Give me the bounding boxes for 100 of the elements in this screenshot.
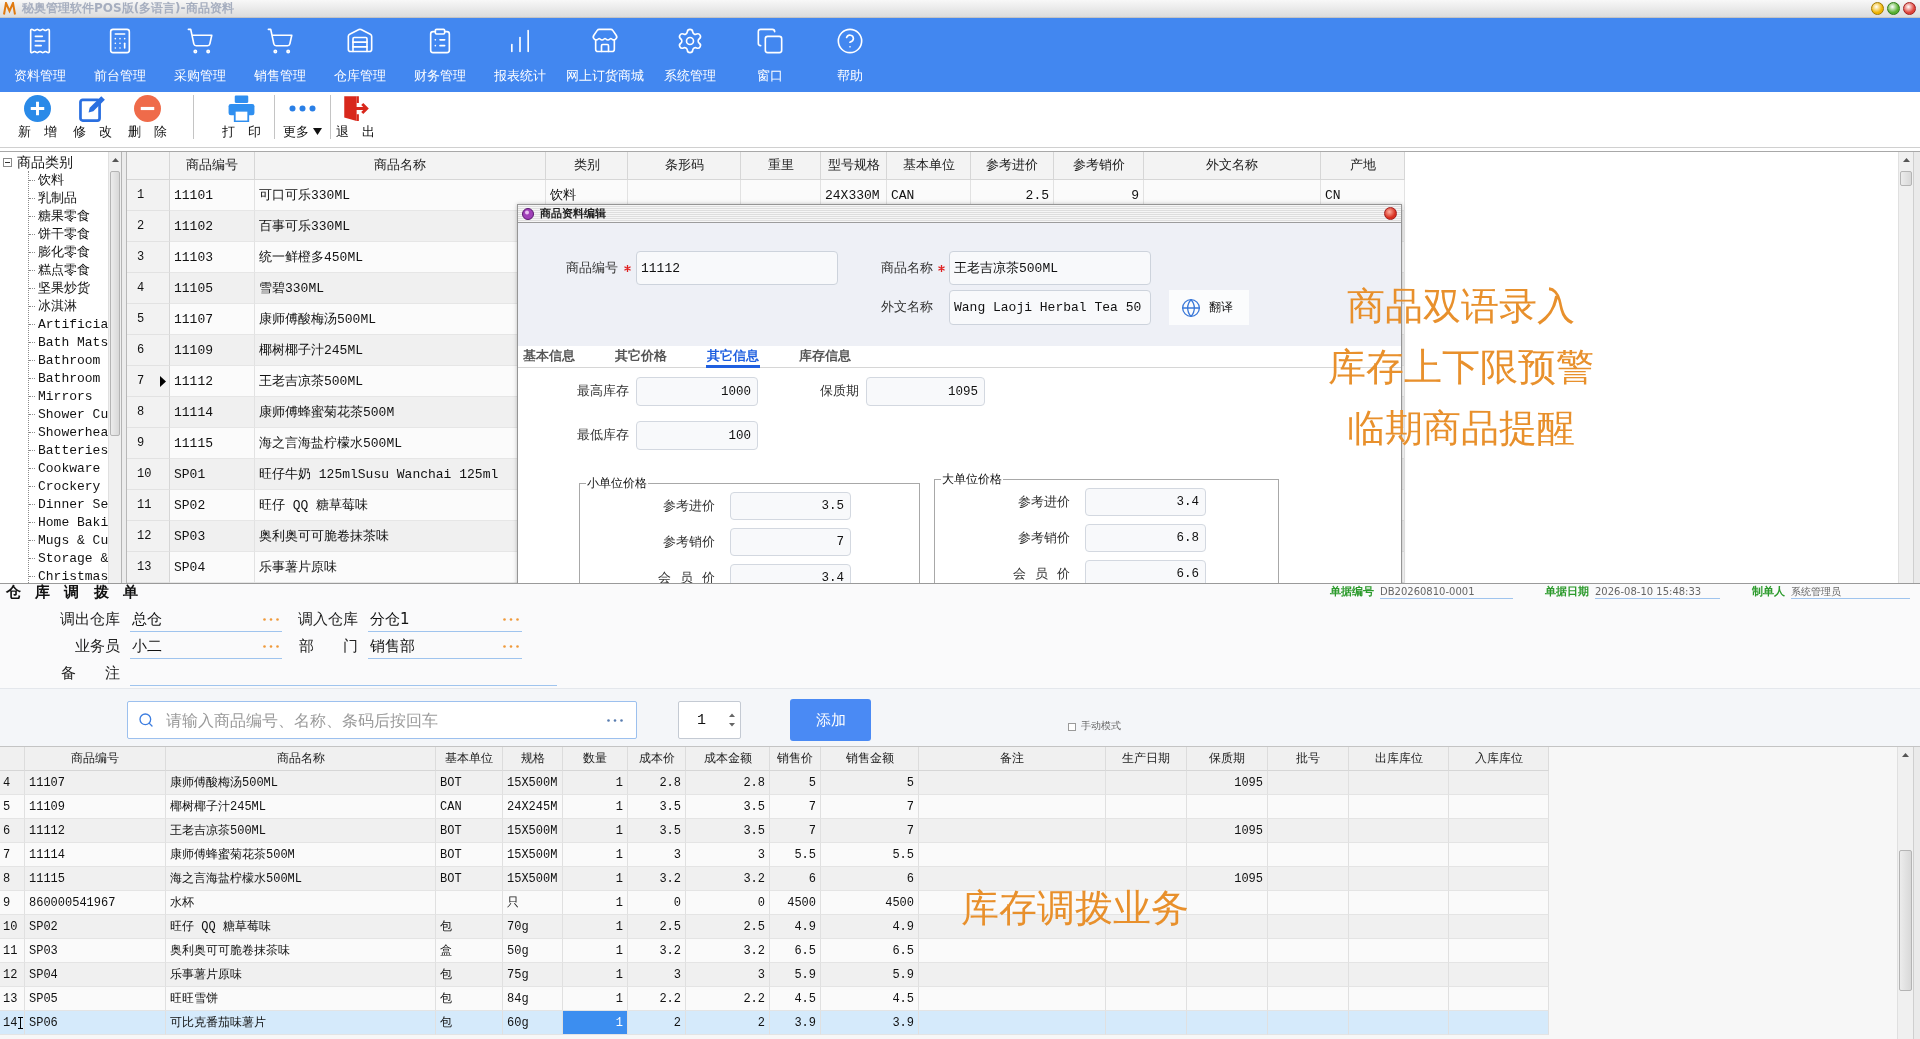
scrollbar-thumb[interactable] bbox=[1900, 171, 1912, 186]
add-button[interactable]: 新 增 bbox=[10, 95, 65, 147]
tree-item[interactable]: 饼干零食 bbox=[29, 225, 108, 243]
table-row[interactable]: 7 11114 康师傅蜂蜜菊花茶500M BOT 15X500M 1 3 3 5.5 5.5 bbox=[0, 843, 1549, 867]
ellipsis-icon[interactable] bbox=[503, 617, 519, 621]
table-row[interactable]: 14 SP06 可比克番茄味薯片 包 60g 1 2 2 3.9 3.9 bbox=[0, 1011, 1549, 1035]
tree-item[interactable]: Artificia bbox=[29, 315, 108, 333]
menu-button[interactable]: 前台管理 bbox=[80, 18, 160, 92]
input-field[interactable]: 分仓1 bbox=[368, 607, 522, 632]
input-field[interactable]: 小二 bbox=[130, 634, 282, 659]
table-row[interactable]: 6 11112 王老吉凉茶500ML BOT 15X500M 1 3.5 3.5 7 7 1095 bbox=[0, 819, 1549, 843]
checkbox[interactable] bbox=[1068, 722, 1076, 731]
row-header[interactable]: 4 bbox=[127, 273, 170, 304]
tree-item[interactable]: 糕点零食 bbox=[29, 261, 108, 279]
scroll-up-icon[interactable] bbox=[111, 158, 119, 162]
menu-button[interactable]: 采购管理 bbox=[160, 18, 240, 92]
ellipsis-icon[interactable] bbox=[263, 644, 279, 648]
scrollbar[interactable] bbox=[1898, 152, 1913, 583]
scroll-up-icon[interactable] bbox=[1902, 158, 1910, 162]
input-field[interactable]: 3.4 bbox=[1085, 488, 1206, 516]
menu-button[interactable]: 帮助 bbox=[810, 18, 890, 92]
minimize-button[interactable] bbox=[1871, 2, 1884, 15]
tree-item[interactable]: Christmas bbox=[29, 567, 108, 583]
input-field[interactable]: 100 bbox=[636, 421, 758, 450]
tree-item[interactable]: Mirrors bbox=[29, 387, 108, 405]
close-button[interactable] bbox=[1903, 2, 1916, 15]
tree-item[interactable]: 坚果炒货 bbox=[29, 279, 108, 297]
ellipsis-icon[interactable] bbox=[503, 644, 519, 648]
row-header[interactable]: 9 bbox=[127, 428, 170, 459]
spinner-arrows-icon[interactable] bbox=[729, 712, 735, 728]
tree-item[interactable]: 饮料 bbox=[29, 171, 108, 189]
input-field[interactable]: 3.4 bbox=[730, 564, 851, 583]
tree-item[interactable]: Bath Mats bbox=[29, 333, 108, 351]
input-field[interactable]: 11112 bbox=[636, 251, 838, 285]
row-header[interactable]: 14 bbox=[0, 1011, 25, 1035]
scrollbar[interactable] bbox=[108, 152, 121, 583]
scrollbar-thumb[interactable] bbox=[110, 171, 120, 436]
tree-item[interactable]: Home Baki bbox=[29, 513, 108, 531]
menu-button[interactable]: 报表统计 bbox=[480, 18, 560, 92]
input-field[interactable]: 6.6 bbox=[1085, 560, 1206, 583]
scroll-up-icon[interactable] bbox=[1902, 753, 1909, 757]
row-header[interactable]: 2 bbox=[127, 211, 170, 242]
tree-item[interactable]: Bathroom bbox=[29, 369, 108, 387]
tree-item[interactable]: Dinner Se bbox=[29, 495, 108, 513]
scrollbar[interactable] bbox=[1897, 747, 1913, 1039]
menu-button[interactable]: 网上订货商城 bbox=[560, 18, 650, 92]
row-header[interactable]: 12 bbox=[127, 521, 170, 552]
row-header[interactable]: 5 bbox=[127, 304, 170, 335]
row-header[interactable]: 8 bbox=[127, 397, 170, 428]
row-header[interactable]: 10 bbox=[127, 459, 170, 490]
tree-item[interactable]: Shower Cu bbox=[29, 405, 108, 423]
tree-item[interactable]: 冰淇淋 bbox=[29, 297, 108, 315]
tab[interactable]: 库存信息 bbox=[798, 346, 852, 368]
tab[interactable]: 其它价格 bbox=[614, 346, 668, 368]
input-field[interactable]: 7 bbox=[730, 528, 851, 556]
quantity-field[interactable]: 1 bbox=[678, 701, 741, 739]
scrollbar-thumb[interactable] bbox=[1899, 850, 1912, 991]
maximize-button[interactable] bbox=[1887, 2, 1900, 15]
input-field[interactable]: 总仓 bbox=[130, 607, 282, 632]
tree-item[interactable]: 商品类别 bbox=[17, 153, 73, 171]
menu-button[interactable]: 仓库管理 bbox=[320, 18, 400, 92]
input-field[interactable]: 1095 bbox=[866, 377, 985, 406]
row-header[interactable]: 11 bbox=[127, 490, 170, 521]
ellipsis-icon[interactable] bbox=[607, 719, 623, 722]
tree-item[interactable]: Storage & bbox=[29, 549, 108, 567]
input-field[interactable]: 6.8 bbox=[1085, 524, 1206, 552]
tree-item[interactable]: Crockery bbox=[29, 477, 108, 495]
menu-button[interactable]: 资料管理 bbox=[0, 18, 80, 92]
collapse-icon[interactable] bbox=[3, 157, 12, 167]
tree-item[interactable]: Batteries bbox=[29, 441, 108, 459]
tree-item[interactable]: 糖果零食 bbox=[29, 207, 108, 225]
row-header[interactable]: 1 bbox=[127, 180, 170, 211]
input-field[interactable]: 王老吉凉茶500ML bbox=[949, 251, 1151, 285]
row-header[interactable]: 3 bbox=[127, 242, 170, 273]
input-field[interactable]: DB20260810-0001 bbox=[1380, 585, 1513, 599]
tree-item[interactable]: 膨化零食 bbox=[29, 243, 108, 261]
menu-button[interactable]: 销售管理 bbox=[240, 18, 320, 92]
input-field[interactable]: 2026-08-10 15:48:33 bbox=[1595, 585, 1720, 599]
row-header[interactable]: 7 bbox=[127, 366, 170, 397]
exit-button[interactable]: 退 出 bbox=[333, 95, 377, 147]
close-button[interactable] bbox=[1384, 207, 1397, 220]
tree-item[interactable]: Cookware bbox=[29, 459, 108, 477]
table-row[interactable]: 4 11107 康师傅酸梅汤500ML BOT 15X500M 1 2.8 2.8 5 5 1095 bbox=[0, 771, 1549, 795]
table-row[interactable]: 13 SP05 旺旺雪饼 包 84g 1 2.2 2.2 4.5 4.5 bbox=[0, 987, 1549, 1011]
row-header[interactable]: 6 bbox=[127, 335, 170, 366]
tab[interactable]: 基本信息 bbox=[522, 346, 576, 368]
edit-button[interactable]: 修 改 bbox=[65, 95, 120, 147]
more-button[interactable]: 更多 bbox=[277, 95, 327, 147]
table-row[interactable]: 11 SP03 奥利奥可可脆卷抹茶味 盒 50g 1 3.2 3.2 6.5 6.5 bbox=[0, 939, 1549, 963]
input-field[interactable]: 系统管理员 bbox=[1791, 585, 1910, 599]
tree-item[interactable]: Bathroom bbox=[29, 351, 108, 369]
translate-button[interactable]: 翻译 bbox=[1169, 290, 1249, 325]
search-field[interactable]: 请输入商品编号、名称、条码后按回车 bbox=[127, 701, 637, 739]
tree-item[interactable]: Showerhea bbox=[29, 423, 108, 441]
table-row[interactable]: 5 11109 椰树椰子汁245ML CAN 24X245M 1 3.5 3.5 7 7 bbox=[0, 795, 1549, 819]
input-field[interactable]: Wang Laoji Herbal Tea 50 bbox=[949, 290, 1151, 325]
menu-button[interactable]: 财务管理 bbox=[400, 18, 480, 92]
ellipsis-icon[interactable] bbox=[263, 617, 279, 621]
tree-item[interactable]: Mugs & Cu bbox=[29, 531, 108, 549]
row-header[interactable]: 13 bbox=[127, 552, 170, 583]
